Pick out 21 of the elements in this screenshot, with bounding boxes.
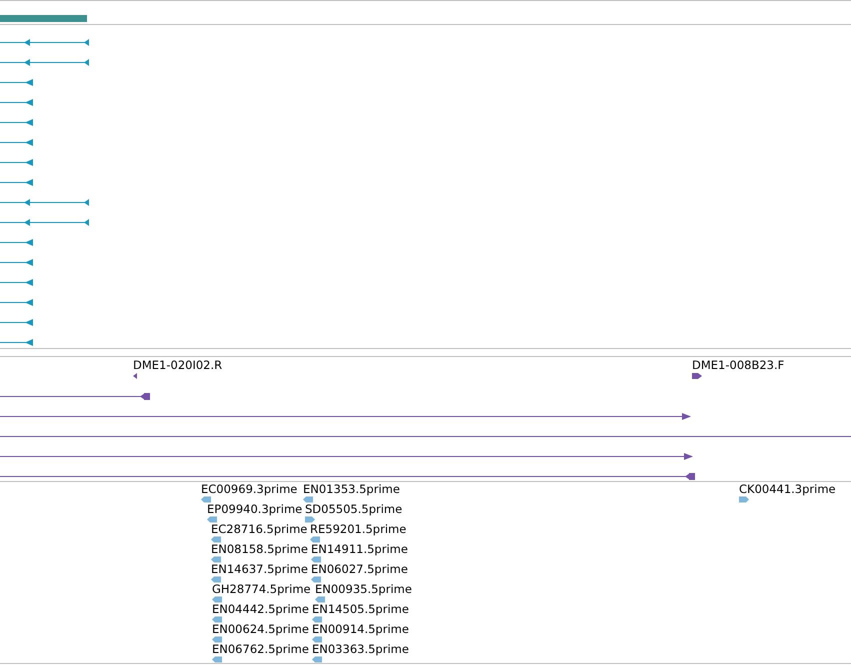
feature-label: CK00441.3prime [739, 483, 836, 496]
feature-label: EN01353.5prime [303, 483, 400, 496]
feature-label: EN06762.5prime [212, 643, 309, 656]
feature-label: RE59201.5prime [310, 523, 406, 536]
feature-label: GH28774.5prime [212, 583, 311, 596]
feature-label: EN14911.5prime [311, 543, 408, 556]
feature-label: DME1-020I02.R [133, 359, 222, 372]
feature-label: EP09940.3prime [207, 503, 302, 516]
feature-label: EN06027.5prime [311, 563, 408, 576]
feature-label: EC28716.5prime [211, 523, 308, 536]
feature-label: DME1-008B23.F [692, 359, 784, 372]
feature-label: EN00935.5prime [315, 583, 412, 596]
feature-label: EN00624.5prime [212, 623, 309, 636]
feature-label: EN14637.5prime [211, 563, 308, 576]
feature-label: EN14505.5prime [312, 603, 409, 616]
feature-label: EN03363.5prime [312, 643, 409, 656]
feature-label: EN08158.5prime [211, 543, 308, 556]
feature-label: SD05505.5prime [305, 503, 402, 516]
feature-label: EN04442.5prime [212, 603, 309, 616]
feature-label: EN00914.5prime [312, 623, 409, 636]
feature-label: EC00969.3prime [201, 483, 298, 496]
